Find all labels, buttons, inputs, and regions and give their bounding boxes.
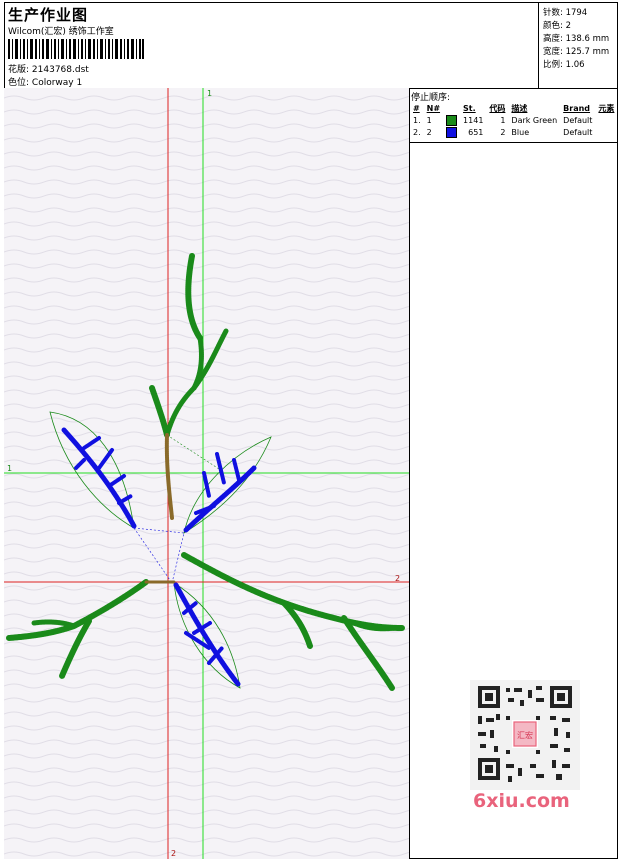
barcode xyxy=(8,39,144,59)
col-brand: Brand xyxy=(563,103,591,113)
embroidery-preview: 1 1 2 2 xyxy=(4,88,409,859)
table-row[interactable]: 1. 1 1141 1 Dark Green Default xyxy=(410,114,617,126)
col-element: 元素 xyxy=(598,103,615,113)
design-specs: 针数: 1794 颜色: 2 高度: 138.6 mm 宽度: 125.7 mm… xyxy=(538,2,619,88)
col-index: # xyxy=(413,103,420,113)
col-code: 代码 xyxy=(489,103,506,113)
design-file: 花版: 2143768.dst xyxy=(8,65,89,75)
design-canvas[interactable]: 1 1 2 2 xyxy=(4,88,410,859)
guide-label-red-bottom: 2 xyxy=(171,849,176,858)
design-ratio: 比例: 1.06 xyxy=(543,60,585,70)
guide-label-green-top: 1 xyxy=(207,89,212,98)
table-header-row: # N# St. 代码 描述 Brand 元素 xyxy=(410,102,617,114)
col-needle: N# xyxy=(426,103,441,113)
guide-label-red-right: 2 xyxy=(395,574,400,583)
guide-label-green-left: 1 xyxy=(7,464,12,473)
qr-code: 汇宏 xyxy=(470,680,580,790)
qr-badge-text: 汇宏 xyxy=(517,730,533,740)
table-row[interactable]: 2. 2 651 2 Blue Default xyxy=(410,126,617,138)
design-height: 高度: 138.6 mm xyxy=(543,34,610,44)
stop-sequence-panel: 停止顺序: # N# St. 代码 描述 Brand 元素 1. 1 1141 … xyxy=(409,88,618,143)
stitch-count: 针数: 1794 xyxy=(543,8,588,18)
page-title: 生产作业图 xyxy=(8,6,89,24)
watermark-text: 6xiu.com xyxy=(473,790,570,812)
company-name: Wilcom(汇宏) 绣饰工作室 xyxy=(8,27,114,37)
col-swatch xyxy=(443,102,460,114)
colorway: 色位: Colorway 1 xyxy=(8,78,83,88)
design-width: 宽度: 125.7 mm xyxy=(543,47,610,57)
color-count: 颜色: 2 xyxy=(543,21,571,31)
header: 生产作业图 Wilcom(汇宏) 绣饰工作室 花版: 2143768.dst 色… xyxy=(4,2,618,89)
col-stitches: St. xyxy=(463,103,476,113)
col-description: 描述 xyxy=(511,103,528,113)
color-swatch xyxy=(446,126,458,138)
stop-sequence-table: # N# St. 代码 描述 Brand 元素 1. 1 1141 1 Dark… xyxy=(410,102,617,138)
color-swatch xyxy=(446,114,458,126)
